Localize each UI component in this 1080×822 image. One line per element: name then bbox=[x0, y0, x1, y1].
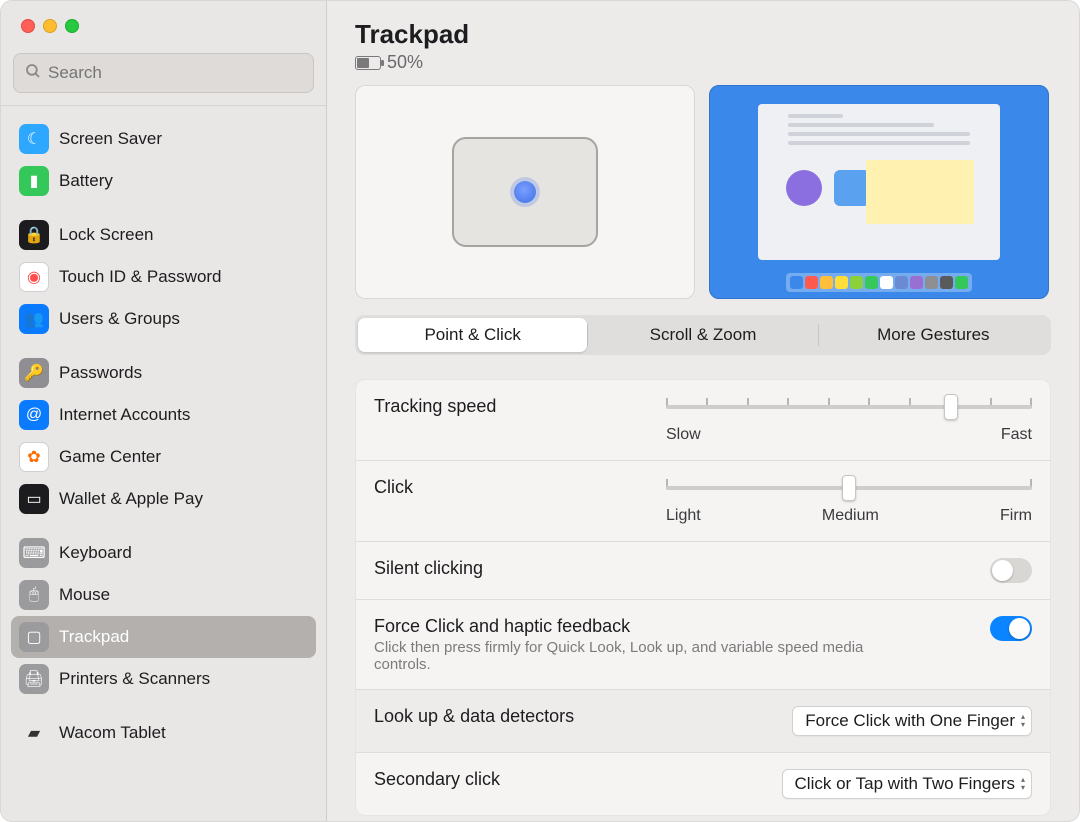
force-click-label: Force Click and haptic feedback bbox=[374, 616, 970, 637]
sidebar-item[interactable]: ⌨ Keyboard bbox=[11, 532, 316, 574]
search-field[interactable] bbox=[13, 53, 314, 93]
sidebar-item-icon: 👥 bbox=[19, 304, 49, 334]
sidebar-item-icon: @ bbox=[19, 400, 49, 430]
sidebar-item-label: Users & Groups bbox=[59, 309, 180, 329]
sidebar-item[interactable]: ▭ Wallet & Apple Pay bbox=[11, 478, 316, 520]
sidebar-item-label: Lock Screen bbox=[59, 225, 154, 245]
sidebar-item-label: Printers & Scanners bbox=[59, 669, 210, 689]
silent-clicking-toggle[interactable] bbox=[990, 558, 1032, 583]
zoom-window-button[interactable] bbox=[65, 19, 79, 33]
touch-point-icon bbox=[514, 181, 536, 203]
sidebar-list[interactable]: ☾ Screen Saver ▮ Battery 🔒 Lock Screen ◉ Touch … bbox=[1, 106, 326, 821]
chevron-up-down-icon: ▴▾ bbox=[1021, 713, 1025, 729]
sidebar-item-icon: ✿ bbox=[19, 442, 49, 472]
sidebar-item-icon: ☾ bbox=[19, 124, 49, 154]
sidebar-item-icon: ◉ bbox=[19, 262, 49, 292]
look-up-popup[interactable]: Force Click with One Finger ▴▾ bbox=[792, 706, 1032, 736]
sidebar-item-label: Battery bbox=[59, 171, 113, 191]
sidebar-item-label: Wallet & Apple Pay bbox=[59, 489, 203, 509]
silent-clicking-label: Silent clicking bbox=[374, 558, 970, 579]
sidebar-item-label: Internet Accounts bbox=[59, 405, 190, 425]
sidebar-item[interactable]: 👥 Users & Groups bbox=[11, 298, 316, 340]
click-label: Click bbox=[374, 477, 646, 498]
row-click: Click Light Medium Firm bbox=[356, 460, 1050, 541]
tracking-slow-label: Slow bbox=[666, 426, 701, 444]
sidebar-item[interactable]: @ Internet Accounts bbox=[11, 394, 316, 436]
demo-dock bbox=[786, 273, 972, 292]
minimize-window-button[interactable] bbox=[43, 19, 57, 33]
tab[interactable]: Scroll & Zoom bbox=[588, 318, 817, 352]
sidebar-item-label: Touch ID & Password bbox=[59, 267, 222, 287]
sidebar-item[interactable]: ▰ Wacom Tablet bbox=[11, 712, 316, 754]
battery-percent: 50% bbox=[387, 52, 423, 73]
search-icon bbox=[24, 62, 42, 84]
force-click-toggle[interactable] bbox=[990, 616, 1032, 641]
secondary-click-popup[interactable]: Click or Tap with Two Fingers ▴▾ bbox=[782, 769, 1032, 799]
window-controls bbox=[1, 1, 326, 41]
sidebar-item-icon: ▰ bbox=[19, 718, 49, 748]
sidebar-item-icon: ▭ bbox=[19, 484, 49, 514]
chevron-up-down-icon: ▴▾ bbox=[1021, 776, 1025, 792]
secondary-click-label: Secondary click bbox=[374, 769, 762, 790]
sidebar-item-label: Mouse bbox=[59, 585, 110, 605]
trackpad-preview bbox=[355, 85, 695, 299]
page-title: Trackpad bbox=[355, 19, 1051, 50]
sidebar-item-label: Game Center bbox=[59, 447, 161, 467]
tracking-speed-label: Tracking speed bbox=[374, 396, 646, 417]
sidebar-item-icon: ▢ bbox=[19, 622, 49, 652]
sidebar-item[interactable]: ✿ Game Center bbox=[11, 436, 316, 478]
sidebar-item[interactable]: ◉ Touch ID & Password bbox=[11, 256, 316, 298]
gesture-preview bbox=[709, 85, 1049, 299]
sidebar-item-icon: 🔒 bbox=[19, 220, 49, 250]
click-light-label: Light bbox=[666, 507, 701, 525]
row-silent-clicking: Silent clicking bbox=[356, 541, 1050, 599]
sidebar-item[interactable]: 🔑 Passwords bbox=[11, 352, 316, 394]
sidebar-item-icon: ⌨ bbox=[19, 538, 49, 568]
sidebar-item-label: Keyboard bbox=[59, 543, 132, 563]
sidebar-item-label: Wacom Tablet bbox=[59, 723, 166, 743]
row-tracking-speed: Tracking speed Slow Fast bbox=[356, 380, 1050, 460]
click-firm-label: Firm bbox=[1000, 507, 1032, 525]
sidebar-item-label: Passwords bbox=[59, 363, 142, 383]
click-medium-label: Medium bbox=[822, 507, 879, 525]
tracking-speed-slider[interactable] bbox=[666, 396, 1032, 418]
settings-list: Tracking speed Slow Fast bbox=[355, 379, 1051, 816]
sidebar-item-label: Screen Saver bbox=[59, 129, 162, 149]
sidebar: ☾ Screen Saver ▮ Battery 🔒 Lock Screen ◉ Touch … bbox=[1, 1, 327, 821]
look-up-label: Look up & data detectors bbox=[374, 706, 772, 727]
search-input[interactable] bbox=[48, 63, 303, 83]
close-window-button[interactable] bbox=[21, 19, 35, 33]
sidebar-item-icon: ▮ bbox=[19, 166, 49, 196]
sidebar-item[interactable]: ☾ Screen Saver bbox=[11, 118, 316, 160]
click-slider[interactable] bbox=[666, 477, 1032, 499]
trackpad-icon bbox=[452, 137, 598, 247]
content-pane: Trackpad 50% Point & ClickScrol bbox=[327, 1, 1079, 821]
tracking-fast-label: Fast bbox=[1001, 426, 1032, 444]
row-look-up: Look up & data detectors Force Click wit… bbox=[356, 689, 1050, 752]
look-up-value: Force Click with One Finger bbox=[805, 711, 1015, 731]
battery-status: 50% bbox=[355, 52, 1051, 73]
sidebar-item[interactable]: ▢ Trackpad bbox=[11, 616, 316, 658]
sidebar-item[interactable]: ▮ Battery bbox=[11, 160, 316, 202]
force-click-desc: Click then press firmly for Quick Look, … bbox=[374, 639, 914, 673]
secondary-click-value: Click or Tap with Two Fingers bbox=[795, 774, 1015, 794]
tab[interactable]: Point & Click bbox=[358, 318, 587, 352]
sidebar-item-icon: 🖱 bbox=[19, 580, 49, 610]
tab[interactable]: More Gestures bbox=[819, 318, 1048, 352]
sidebar-item-icon: 🖨 bbox=[19, 664, 49, 694]
row-secondary-click: Secondary click Click or Tap with Two Fi… bbox=[356, 752, 1050, 815]
sidebar-item[interactable]: 🔒 Lock Screen bbox=[11, 214, 316, 256]
sidebar-item[interactable]: 🖱 Mouse bbox=[11, 574, 316, 616]
row-force-click: Force Click and haptic feedback Click th… bbox=[356, 599, 1050, 689]
sidebar-item-icon: 🔑 bbox=[19, 358, 49, 388]
sidebar-item[interactable]: 🖨 Printers & Scanners bbox=[11, 658, 316, 700]
tab-bar: Point & ClickScroll & ZoomMore Gestures bbox=[355, 315, 1051, 355]
sidebar-item-label: Trackpad bbox=[59, 627, 129, 647]
battery-icon bbox=[355, 56, 381, 70]
